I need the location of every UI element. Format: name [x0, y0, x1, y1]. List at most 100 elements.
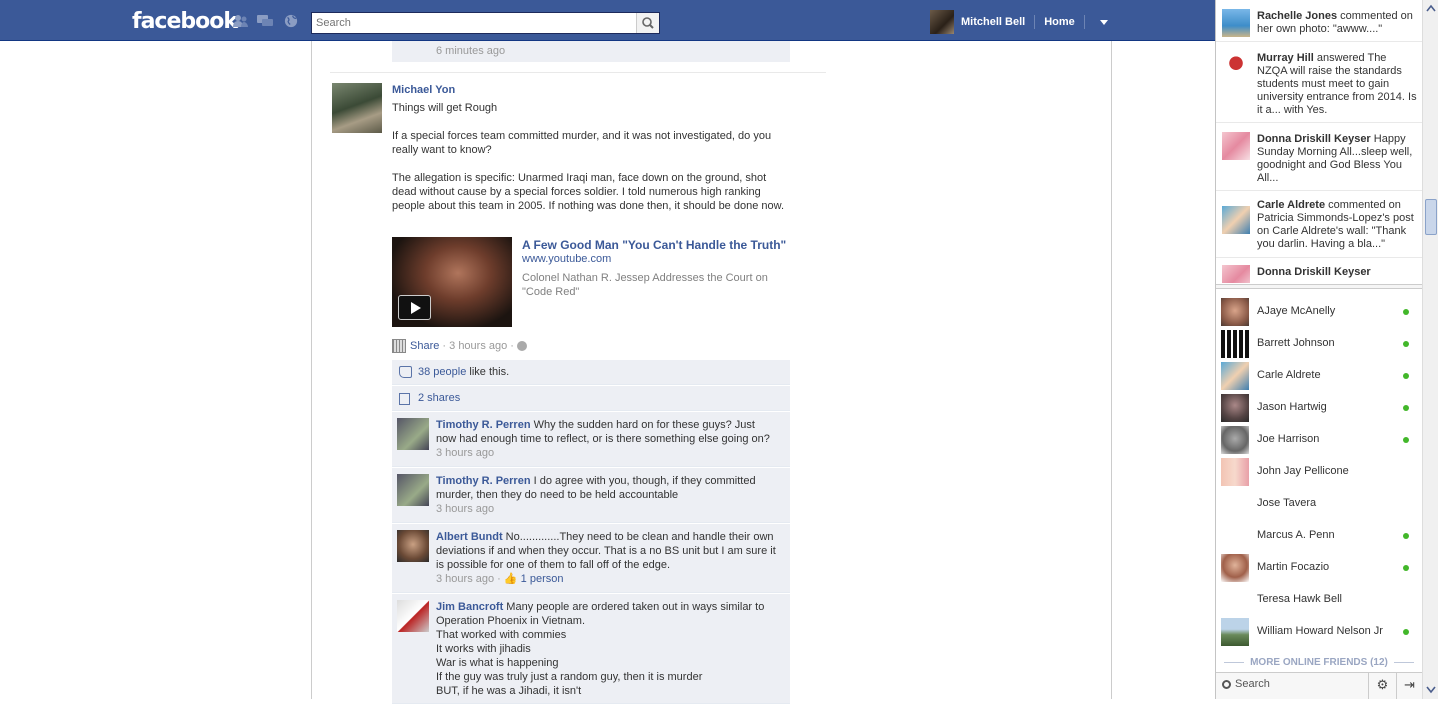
chat-options-gear-icon[interactable]: ⚙ — [1368, 672, 1396, 699]
friend-avatar — [1221, 554, 1249, 582]
commenter-name-link[interactable]: Timothy R. Perren — [436, 475, 531, 487]
ticker-photo[interactable] — [1222, 265, 1250, 283]
user-name-link[interactable]: Mitchell Bell — [961, 16, 1025, 28]
ticker-item[interactable]: Donna Driskill Keyser Happy Sunday Morni… — [1216, 124, 1422, 191]
friend-name: Carle Aldrete — [1257, 369, 1321, 381]
content-border-left — [311, 41, 312, 699]
chat-friend[interactable]: Joe Harrison — [1216, 424, 1422, 456]
commenter-avatar[interactable] — [397, 600, 429, 632]
chat-friend[interactable]: William Howard Nelson Jr — [1216, 616, 1422, 648]
chat-friend[interactable]: Jason Hartwig — [1216, 392, 1422, 424]
video-thumbnail[interactable] — [392, 237, 512, 327]
story-divider — [330, 72, 826, 73]
likes-count-link[interactable]: 38 people — [418, 366, 466, 378]
online-status-dot — [1403, 309, 1409, 315]
comment-text-line: BUT, if he was a Jihadi, it isn't — [436, 685, 582, 697]
likes-suffix: like this. — [466, 366, 510, 378]
previous-story-time[interactable]: 6 minutes ago — [392, 41, 790, 62]
chat-friend[interactable]: Carle Aldrete — [1216, 360, 1422, 392]
ticker-item[interactable]: Carle Aldrete commented on Patricia Simm… — [1216, 192, 1422, 258]
commenter-name-link[interactable]: Albert Bundt — [436, 531, 503, 543]
facebook-logo[interactable]: facebook — [132, 9, 238, 34]
scroll-down-arrow-icon[interactable] — [1425, 683, 1437, 695]
comment-body: Timothy R. Perren Why the sudden hard on… — [436, 418, 776, 460]
search-button[interactable] — [636, 13, 659, 33]
shared-link-description: Colonel Nathan R. Jessep Addresses the C… — [522, 272, 768, 298]
comment: Timothy R. Perren Why the sudden hard on… — [392, 412, 790, 467]
commenter-avatar[interactable] — [397, 530, 429, 562]
chat-friend[interactable]: Teresa Hawk Bell — [1216, 584, 1422, 616]
ticker[interactable]: Rachelle Jones commented on her own phot… — [1216, 0, 1422, 283]
ticker-actor[interactable]: Donna Driskill Keyser — [1257, 266, 1371, 278]
video-share-icon — [392, 339, 406, 353]
ticker-photo[interactable] — [1222, 132, 1250, 160]
online-status-dot — [1403, 533, 1409, 539]
comment-time[interactable]: 3 hours ago — [436, 573, 494, 585]
friend-avatar — [1221, 394, 1249, 422]
online-status-dot — [1403, 405, 1409, 411]
separator-dot: · — [439, 340, 450, 352]
home-link[interactable]: Home — [1044, 16, 1075, 28]
ticker-item[interactable]: Donna Driskill Keyser — [1216, 259, 1422, 283]
friend-avatar — [1221, 426, 1249, 454]
comment-body: Albert Bundt No.............They need to… — [436, 530, 776, 586]
commenter-avatar[interactable] — [397, 474, 429, 506]
online-status-dot — [1403, 373, 1409, 379]
post-timestamp[interactable]: 3 hours ago — [449, 340, 507, 352]
commenter-avatar[interactable] — [397, 418, 429, 450]
post-author-link[interactable]: Michael Yon — [392, 84, 455, 96]
user-nav: Mitchell Bell Home — [930, 10, 1108, 34]
ticker-actor[interactable]: Rachelle Jones — [1257, 10, 1337, 22]
chat-friend[interactable]: Martin Focazio — [1216, 552, 1422, 584]
privacy-globe-icon[interactable] — [516, 341, 527, 351]
online-status-dot — [1403, 565, 1409, 571]
ticker-actor[interactable]: Murray Hill — [1257, 52, 1314, 64]
scroll-up-arrow-icon[interactable] — [1425, 3, 1437, 15]
ticker-actor[interactable]: Donna Driskill Keyser — [1257, 133, 1371, 145]
play-icon[interactable] — [398, 295, 431, 320]
ticker-item[interactable]: Rachelle Jones commented on her own phot… — [1216, 0, 1422, 42]
post-text-paragraph: If a special forces team committed murde… — [392, 130, 772, 156]
sidebar-scrollbar[interactable] — [1422, 0, 1438, 699]
ticker-photo[interactable] — [1222, 9, 1250, 37]
friend-avatar — [1221, 618, 1249, 646]
ticker-text: Donna Driskill Keyser — [1257, 266, 1417, 279]
search-box[interactable] — [311, 12, 660, 34]
user-avatar[interactable] — [930, 10, 954, 34]
friend-avatar — [1221, 298, 1249, 326]
comment-time[interactable]: 3 hours ago — [436, 447, 494, 459]
shares-row: 2 shares — [392, 386, 790, 411]
share-link[interactable]: Share — [410, 340, 439, 352]
post-author-avatar[interactable] — [332, 83, 382, 133]
shares-link[interactable]: 2 shares — [418, 392, 460, 404]
ticker-actor[interactable]: Carle Aldrete — [1257, 199, 1325, 211]
chat-friend[interactable]: John Jay Pellicone — [1216, 456, 1422, 488]
shared-link-domain[interactable]: www.youtube.com — [522, 253, 611, 265]
more-online-friends-link[interactable]: MORE ONLINE FRIENDS (12) — [1216, 657, 1422, 668]
commenter-name-link[interactable]: Timothy R. Perren — [436, 419, 531, 431]
shared-link-title[interactable]: A Few Good Man "You Can't Handle the Tru… — [522, 238, 786, 252]
friend-name: Jason Hartwig — [1257, 401, 1327, 413]
chat-popout-icon[interactable]: ⇥ — [1396, 672, 1422, 699]
chat-friend[interactable]: Marcus A. Penn — [1216, 520, 1422, 552]
notifications-globe-icon[interactable] — [283, 14, 299, 28]
comment-text-line: War is what is happening — [436, 657, 559, 669]
ticker-item[interactable]: Murray Hill answered The NZQA will raise… — [1216, 43, 1422, 123]
ticker-text: Donna Driskill Keyser Happy Sunday Morni… — [1257, 133, 1417, 185]
chat-friend[interactable]: Jose Tavera — [1216, 488, 1422, 520]
ticker-chat-resize-handle[interactable] — [1216, 284, 1422, 289]
search-input[interactable] — [312, 13, 632, 33]
comment-likes-link[interactable]: 1 person — [521, 573, 564, 585]
ticker-photo[interactable] — [1222, 52, 1250, 80]
ticker-photo[interactable] — [1222, 206, 1250, 234]
friend-name: Teresa Hawk Bell — [1257, 593, 1342, 605]
chat-friend[interactable]: Barrett Johnson — [1216, 328, 1422, 360]
comment-time[interactable]: 3 hours ago — [436, 503, 494, 515]
chat-search-placeholder[interactable]: Search — [1235, 678, 1270, 690]
friend-requests-icon[interactable] — [232, 14, 248, 28]
messages-icon[interactable] — [257, 14, 273, 28]
account-menu-arrow-icon[interactable] — [1099, 19, 1108, 25]
scrollbar-thumb[interactable] — [1425, 199, 1437, 235]
chat-friend[interactable]: AJaye McAnelly — [1216, 296, 1422, 328]
commenter-name-link[interactable]: Jim Bancroft — [436, 601, 503, 613]
